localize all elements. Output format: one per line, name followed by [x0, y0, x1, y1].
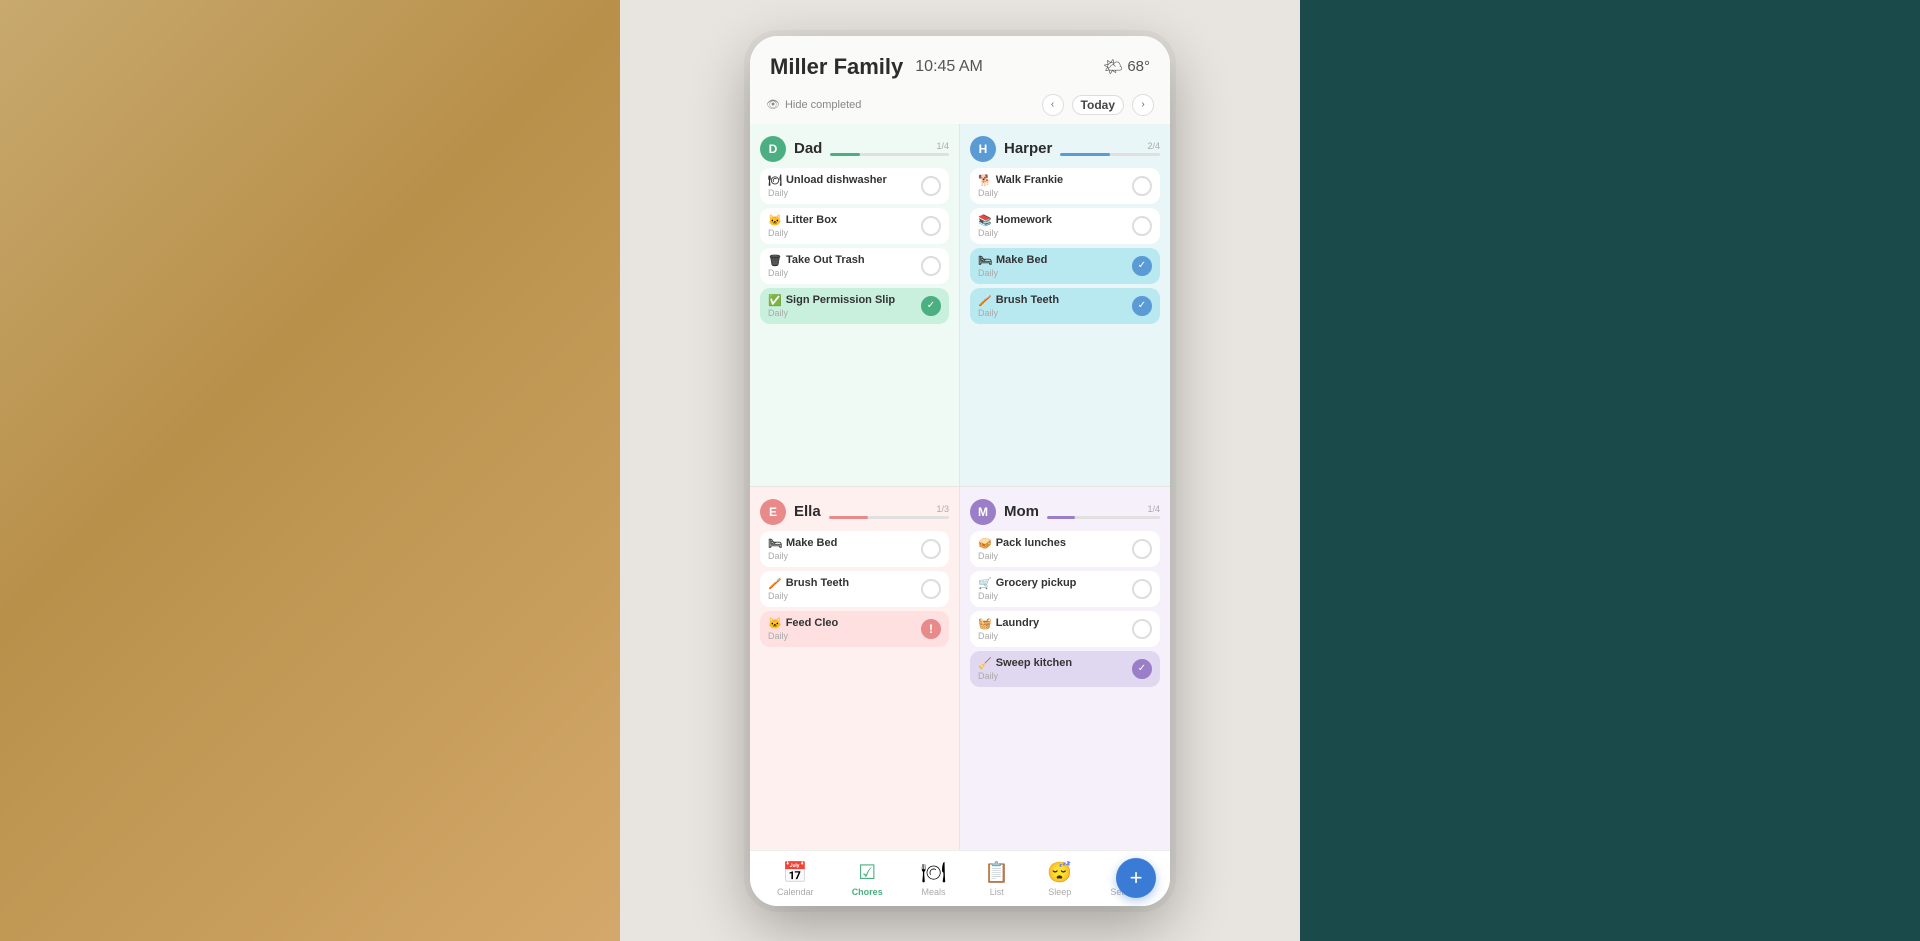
bg-right	[1300, 0, 1920, 941]
nav-chores-label: Chores	[852, 887, 883, 897]
time-display: 10:45 AM	[915, 58, 983, 76]
harper-progress-container: 2/4	[1060, 141, 1160, 156]
app-container: Miller Family 10:45 AM 🌤 68° 👁 Hide comp…	[750, 36, 1170, 906]
chore-check-slip[interactable]: ✓	[921, 296, 941, 316]
chore-check-unload[interactable]	[921, 176, 941, 196]
harper-progress-text: 2/4	[1060, 141, 1160, 151]
chore-check-laundry[interactable]	[1132, 619, 1152, 639]
ella-progress-bar	[829, 516, 949, 519]
chores-grid: D Dad 1/4 🍽 Unload dishwasher Daily	[750, 124, 1170, 850]
nav-sleep-label: Sleep	[1048, 887, 1071, 897]
mom-section: M Mom 1/4 🥪 Pack lunches Daily	[960, 487, 1170, 850]
weather-icon: 🌤	[1103, 57, 1123, 77]
mom-progress-container: 1/4	[1047, 504, 1160, 519]
next-day-button[interactable]: ›	[1132, 94, 1154, 116]
chore-check-makebed-ella[interactable]	[921, 539, 941, 559]
chore-feed-cleo[interactable]: 🐱 Feed Cleo Daily !	[760, 611, 949, 647]
meals-icon: 🍽	[921, 860, 946, 885]
chore-check-trash[interactable]	[921, 256, 941, 276]
mom-avatar: M	[970, 499, 996, 525]
family-title: Miller Family	[770, 54, 903, 80]
dad-name: Dad	[794, 140, 822, 157]
dad-section: D Dad 1/4 🍽 Unload dishwasher Daily	[750, 124, 960, 487]
mom-name: Mom	[1004, 503, 1039, 520]
chore-brush-teeth-ella[interactable]: 🪥 Brush Teeth Daily	[760, 571, 949, 607]
mom-progress-text: 1/4	[1047, 504, 1160, 514]
header: Miller Family 10:45 AM 🌤 68°	[750, 36, 1170, 90]
chore-laundry[interactable]: 🧺 Laundry Daily	[970, 611, 1160, 647]
chore-homework[interactable]: 📚 Homework Daily	[970, 208, 1160, 244]
harper-section: H Harper 2/4 🐕 Walk Frankie Daily	[960, 124, 1170, 487]
chore-make-bed-harper[interactable]: 🛏 Make Bed Daily ✓	[970, 248, 1160, 284]
dad-progress-container: 1/4	[830, 141, 949, 156]
temperature: 68°	[1127, 58, 1150, 75]
chores-icon: ☑	[858, 860, 876, 885]
chore-litter-box[interactable]: 🐱 Litter Box Daily	[760, 208, 949, 244]
chore-walk-frankie[interactable]: 🐕 Walk Frankie Daily	[970, 168, 1160, 204]
chore-sign-permission-slip[interactable]: ✅ Sign Permission Slip Daily ✓	[760, 288, 949, 324]
chore-pack-lunches[interactable]: 🥪 Pack lunches Daily	[970, 531, 1160, 567]
bottom-nav: 📅 Calendar ☑ Chores 🍽 Meals 📋 List 😴 Sle…	[750, 850, 1170, 906]
ella-header: E Ella 1/3	[760, 499, 949, 525]
date-nav: ‹ Today ›	[1042, 94, 1154, 116]
eye-icon: 👁	[766, 98, 780, 111]
chore-check-sweep[interactable]: ✓	[1132, 659, 1152, 679]
nav-controls: 👁 Hide completed ‹ Today ›	[750, 90, 1170, 124]
chore-sweep-kitchen[interactable]: 🧹 Sweep kitchen Daily ✓	[970, 651, 1160, 687]
dad-progress-fill	[830, 153, 860, 156]
dad-avatar: D	[760, 136, 786, 162]
chore-check-litter[interactable]	[921, 216, 941, 236]
nav-calendar-label: Calendar	[777, 887, 814, 897]
chore-take-out-trash[interactable]: 🗑 Take Out Trash Daily	[760, 248, 949, 284]
dad-progress-text: 1/4	[830, 141, 949, 151]
chore-unload-dishwasher[interactable]: 🍽 Unload dishwasher Daily	[760, 168, 949, 204]
chore-check-makebed-harper[interactable]: ✓	[1132, 256, 1152, 276]
sleep-icon: 😴	[1047, 860, 1072, 885]
harper-name: Harper	[1004, 140, 1052, 157]
nav-sleep[interactable]: 😴 Sleep	[1039, 856, 1080, 901]
chore-check-packlunches[interactable]	[1132, 539, 1152, 559]
weather-info: 🌤 68°	[1103, 57, 1150, 77]
mom-header: M Mom 1/4	[970, 499, 1160, 525]
nav-meals[interactable]: 🍽 Meals	[913, 856, 954, 901]
nav-list-label: List	[990, 887, 1004, 897]
chore-grocery-pickup[interactable]: 🛒 Grocery pickup Daily	[970, 571, 1160, 607]
nav-meals-label: Meals	[922, 887, 946, 897]
chore-brush-teeth-harper[interactable]: 🪥 Brush Teeth Daily ✓	[970, 288, 1160, 324]
ella-section: E Ella 1/3 🛏 Make Bed Daily	[750, 487, 960, 850]
dad-progress-bar	[830, 153, 949, 156]
device-frame: Miller Family 10:45 AM 🌤 68° 👁 Hide comp…	[750, 36, 1170, 906]
nav-list[interactable]: 📋 List	[976, 856, 1017, 901]
chore-check-teeth-harper[interactable]: ✓	[1132, 296, 1152, 316]
harper-progress-fill	[1060, 153, 1110, 156]
calendar-icon: 📅	[783, 860, 808, 885]
harper-avatar: H	[970, 136, 996, 162]
ella-avatar: E	[760, 499, 786, 525]
chore-check-grocery[interactable]	[1132, 579, 1152, 599]
ella-progress-container: 1/3	[829, 504, 949, 519]
dad-header: D Dad 1/4	[760, 136, 949, 162]
chore-check-feedcleo[interactable]: !	[921, 619, 941, 639]
ella-progress-fill	[829, 516, 869, 519]
nav-chores[interactable]: ☑ Chores	[844, 856, 891, 901]
hide-completed-label: Hide completed	[785, 99, 861, 111]
today-button[interactable]: Today	[1072, 95, 1124, 115]
add-chore-button[interactable]: +	[1116, 858, 1156, 898]
nav-calendar[interactable]: 📅 Calendar	[769, 856, 822, 901]
harper-header: H Harper 2/4	[970, 136, 1160, 162]
chore-check-homework[interactable]	[1132, 216, 1152, 236]
prev-day-button[interactable]: ‹	[1042, 94, 1064, 116]
mom-progress-fill	[1047, 516, 1075, 519]
chore-make-bed-ella[interactable]: 🛏 Make Bed Daily	[760, 531, 949, 567]
header-left: Miller Family 10:45 AM	[770, 54, 983, 80]
bg-left	[0, 0, 620, 941]
ella-name: Ella	[794, 503, 821, 520]
mom-progress-bar	[1047, 516, 1160, 519]
ella-progress-text: 1/3	[829, 504, 949, 514]
chore-check-walk[interactable]	[1132, 176, 1152, 196]
hide-completed-toggle[interactable]: 👁 Hide completed	[766, 98, 861, 111]
harper-progress-bar	[1060, 153, 1160, 156]
list-icon: 📋	[984, 860, 1009, 885]
chore-check-teeth-ella[interactable]	[921, 579, 941, 599]
